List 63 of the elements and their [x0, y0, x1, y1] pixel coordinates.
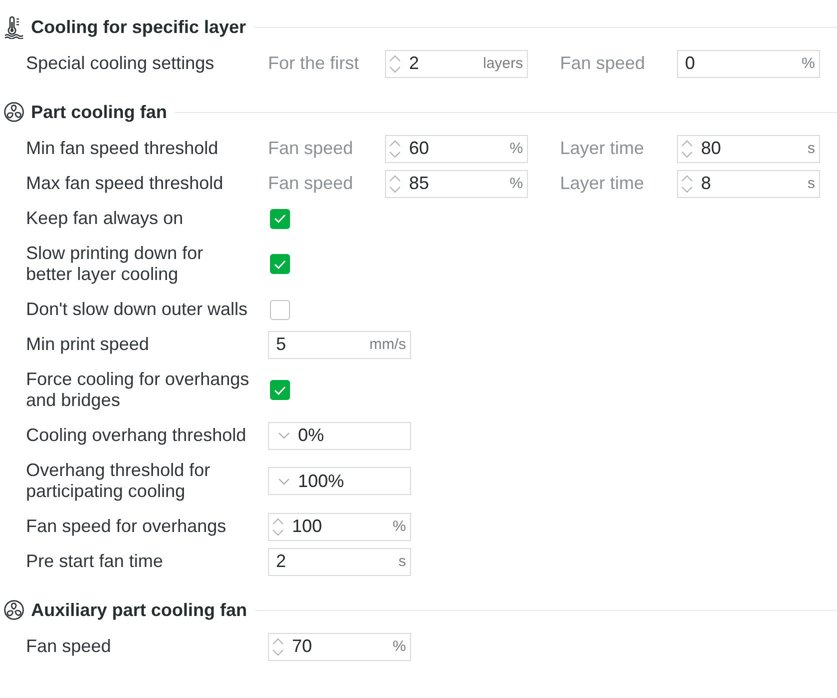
- unit-label: %: [802, 55, 815, 72]
- unit-label: s: [808, 140, 815, 157]
- checkmark-icon: [274, 386, 286, 394]
- number-field[interactable]: 0 %: [677, 50, 820, 78]
- number-field[interactable]: 100 %: [268, 512, 411, 540]
- setting-label: Min fan speed threshold: [26, 137, 220, 160]
- stepper-icon[interactable]: [271, 636, 285, 658]
- stepper-icon[interactable]: [388, 52, 402, 74]
- setting-label: Fan speed for overhangs: [26, 515, 228, 538]
- setting-label: Slow printing down for better layer cooling: [26, 242, 204, 286]
- checkmark-icon: [274, 214, 286, 223]
- fan-icon: [4, 102, 24, 122]
- setting-label: Fan speed: [26, 635, 112, 658]
- section-title: Cooling for specific layer: [31, 16, 246, 38]
- stepper-icon[interactable]: [680, 172, 694, 194]
- unit-label: s: [808, 175, 815, 192]
- checkbox[interactable]: [270, 300, 290, 320]
- section-title: Auxiliary part cooling fan: [31, 600, 248, 620]
- setting-label: Keep fan always on: [26, 207, 184, 230]
- stepper-icon[interactable]: [388, 138, 402, 160]
- number-field[interactable]: 8 s: [677, 170, 820, 198]
- setting-label: Max fan speed threshold: [26, 172, 224, 195]
- chevron-down-icon[interactable]: [278, 432, 290, 439]
- field-caption: Fan speed: [268, 138, 354, 159]
- setting-label: Pre start fan time: [26, 550, 164, 573]
- number-field[interactable]: 5 mm/s: [268, 330, 411, 358]
- number-field[interactable]: 60 %: [385, 134, 528, 162]
- field-caption: Fan speed: [268, 173, 354, 194]
- checkbox[interactable]: [270, 254, 290, 274]
- dropdown-field[interactable]: 100%: [268, 467, 411, 495]
- setting-label: Force cooling for overhangs and bridges: [26, 368, 250, 412]
- unit-label: %: [510, 175, 523, 192]
- unit-label: layers: [482, 55, 523, 72]
- unit-label: %: [392, 518, 406, 535]
- field-caption: Layer time: [560, 138, 646, 159]
- number-field[interactable]: 80 s: [677, 134, 820, 162]
- number-field[interactable]: 2 layers: [385, 50, 528, 78]
- field-caption: For the first: [268, 53, 360, 74]
- field-caption: Layer time: [560, 173, 646, 194]
- section-title: Part cooling fan: [31, 102, 168, 122]
- number-field[interactable]: 2 s: [268, 548, 411, 576]
- unit-label: mm/s: [369, 336, 406, 353]
- dropdown-field[interactable]: 0%: [268, 422, 411, 450]
- chevron-down-icon[interactable]: [278, 478, 290, 484]
- checkbox[interactable]: [270, 208, 290, 228]
- stepper-icon[interactable]: [271, 516, 285, 538]
- number-field[interactable]: 70 %: [268, 632, 411, 660]
- unit-label: %: [392, 638, 406, 655]
- field-caption: Fan speed: [560, 53, 646, 74]
- thermometer-icon: [4, 16, 24, 38]
- checkbox[interactable]: [270, 380, 290, 400]
- setting-label: Overhang threshold for participating cooling: [26, 459, 212, 503]
- stepper-icon[interactable]: [680, 138, 694, 160]
- stepper-icon[interactable]: [388, 172, 402, 194]
- setting-label: Min print speed: [26, 333, 150, 356]
- number-field[interactable]: 85 %: [385, 170, 528, 198]
- fan-icon: [4, 600, 24, 620]
- unit-label: s: [398, 553, 406, 570]
- checkmark-icon: [274, 260, 286, 268]
- setting-label: Don't slow down outer walls: [26, 298, 249, 321]
- setting-label: Special cooling settings: [26, 52, 216, 75]
- unit-label: %: [510, 140, 523, 157]
- setting-label: Cooling overhang threshold: [26, 424, 248, 447]
